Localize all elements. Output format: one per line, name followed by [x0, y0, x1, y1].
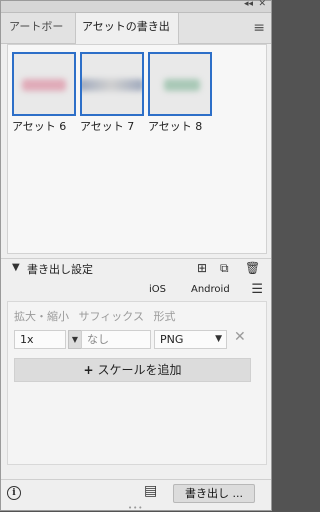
close-panel-icon[interactable]: ✕: [258, 0, 266, 9]
asset-thumbnail[interactable]: [80, 52, 144, 116]
export-settings-header[interactable]: ▼ 書き出し設定 ⊞ ⧉ 🗑: [1, 258, 271, 279]
tab-artboards[interactable]: アートボード: [3, 13, 75, 61]
chevron-down-icon: ▼: [215, 334, 222, 344]
remove-row-icon[interactable]: ✕: [234, 329, 246, 345]
asset-thumbnail[interactable]: [148, 52, 212, 116]
android-preset-button[interactable]: Android: [191, 284, 230, 295]
list-options-icon[interactable]: ☰: [251, 282, 263, 297]
asset-export-panel: ◂◂ ✕ アートボード アセットの書き出し ≡ アセット 6 アセット 7 アセ…: [0, 0, 272, 512]
panel-titlebar: ◂◂ ✕: [1, 0, 271, 13]
asset-preview: [82, 79, 142, 91]
asset-item[interactable]: アセット 7: [80, 52, 144, 134]
collapse-panel-icon[interactable]: ◂◂: [244, 0, 253, 9]
column-headers: 拡大・縮小 サフィックス 形式: [14, 308, 181, 324]
format-column-header: 形式: [153, 310, 176, 323]
asset-item[interactable]: アセット 8: [148, 52, 212, 134]
add-scale-label: スケールを追加: [97, 363, 182, 377]
platform-presets: iOS Android ☰: [1, 281, 271, 301]
info-icon[interactable]: i: [7, 486, 21, 500]
duplicate-icon[interactable]: ⧉: [220, 261, 229, 276]
format-select[interactable]: PNG ▼: [154, 330, 227, 349]
suffix-input[interactable]: なし: [81, 330, 151, 349]
add-square-icon[interactable]: ⊞: [197, 261, 207, 275]
panel-tabs: アートボード アセットの書き出し ≡: [1, 13, 271, 61]
suffix-column-header: サフィックス: [78, 310, 144, 323]
disclosure-triangle-icon[interactable]: ▼: [12, 262, 20, 273]
chevron-down-icon[interactable]: ▼: [68, 330, 82, 349]
asset-preview: [22, 79, 66, 91]
format-value: PNG: [160, 333, 184, 346]
asset-label: アセット 6: [12, 120, 67, 133]
plus-icon: +: [83, 363, 94, 377]
asset-label: アセット 8: [148, 120, 203, 133]
asset-item[interactable]: アセット 6: [12, 52, 76, 134]
asset-thumbnail[interactable]: [12, 52, 76, 116]
export-settings-title: 書き出し設定: [27, 263, 93, 276]
asset-thumbnails: アセット 6 アセット 7 アセット 8: [7, 44, 267, 254]
scale-settings: 拡大・縮小 サフィックス 形式 1x ▼ なし PNG ▼ ✕ + スケールを追加: [7, 301, 267, 465]
hamburger-icon[interactable]: ≡: [253, 20, 265, 36]
export-panel-icon[interactable]: ▤: [144, 483, 157, 499]
tab-asset-export[interactable]: アセットの書き出し: [75, 13, 179, 61]
asset-preview: [164, 79, 200, 91]
export-button[interactable]: 書き出し ...: [173, 484, 255, 503]
bottom-bar: i ▤ 書き出し ...: [1, 479, 271, 506]
asset-label: アセット 7: [80, 120, 135, 133]
trash-icon[interactable]: 🗑: [245, 261, 260, 275]
scale-column-header: 拡大・縮小: [14, 310, 69, 323]
scale-input[interactable]: 1x: [14, 330, 66, 349]
ios-preset-button[interactable]: iOS: [149, 284, 166, 295]
add-scale-button[interactable]: + スケールを追加: [14, 358, 251, 382]
